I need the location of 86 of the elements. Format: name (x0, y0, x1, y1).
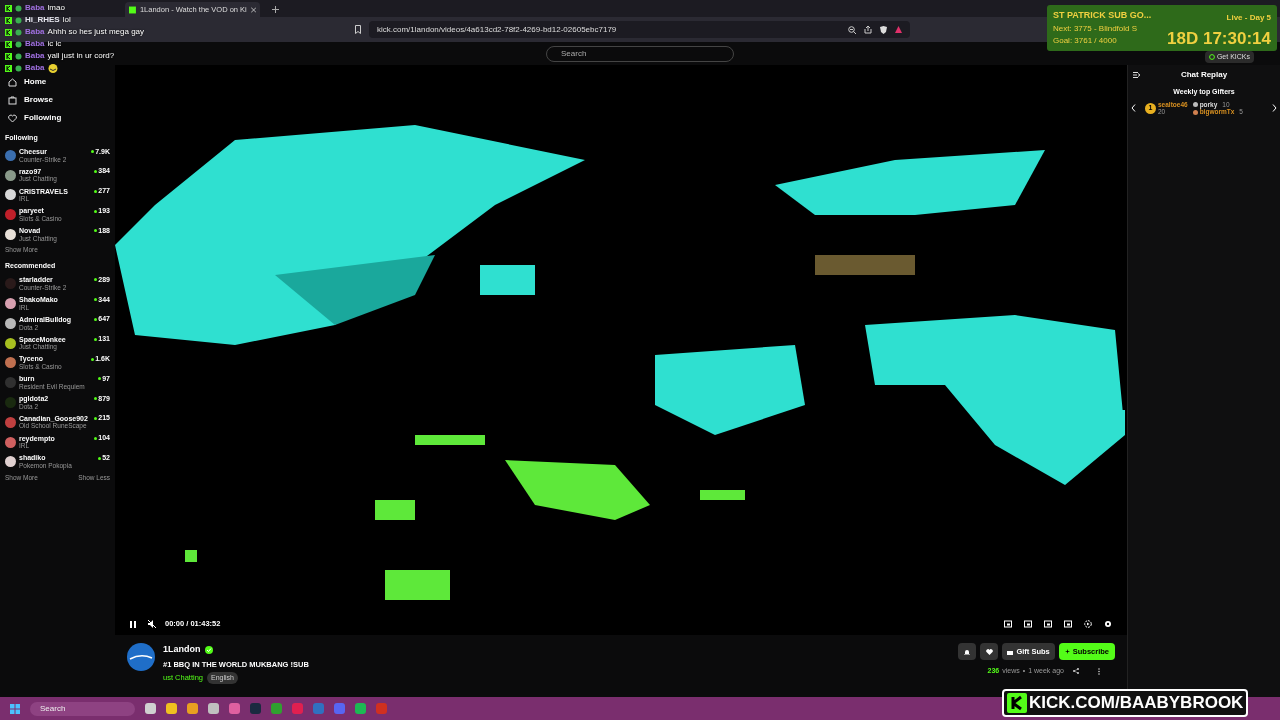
app-icon[interactable] (355, 703, 366, 714)
plus-icon[interactable] (272, 6, 279, 13)
sparkle-icon (1064, 649, 1070, 654)
chat-username: Baba (25, 62, 45, 74)
heart-icon (985, 648, 993, 655)
chat-username: Baba (25, 26, 45, 38)
triangle-icon[interactable] (895, 26, 902, 33)
chevron-right-icon[interactable] (1272, 104, 1277, 113)
live-day: Live - Day 5 (1226, 12, 1271, 24)
heart-icon (8, 113, 17, 123)
live-dot-icon (91, 150, 95, 154)
live-dot-icon (94, 436, 98, 440)
channel-name[interactable]: 1Landon (163, 643, 201, 657)
live-dot-icon (94, 337, 98, 341)
chat-username: Baba (25, 2, 45, 14)
bookmark-icon[interactable] (355, 25, 361, 34)
chat-message: ic ic (47, 38, 62, 50)
kick-logo-icon (129, 5, 136, 14)
kick-badge-icon (5, 4, 12, 12)
search-field[interactable]: Search (546, 45, 734, 62)
theatre-icon[interactable] (1024, 620, 1032, 628)
live-dot-icon (94, 189, 98, 193)
coin-icon (1208, 54, 1215, 60)
kick-badge-icon (5, 16, 12, 24)
live-dot-icon (94, 170, 98, 174)
mini-player-icon[interactable] (1004, 620, 1012, 628)
live-dot-icon (91, 357, 95, 361)
play-circle-icon[interactable] (1084, 620, 1092, 628)
live-dot-icon (94, 397, 98, 401)
app-icon[interactable] (208, 703, 219, 714)
share-icon[interactable] (864, 25, 872, 34)
live-dot-icon (94, 417, 98, 421)
goal-next: Next: 3775 - Blindfold S (1053, 22, 1139, 35)
gift-icon (1007, 648, 1014, 655)
live-dot-icon (98, 456, 102, 460)
close-icon[interactable] (250, 6, 256, 13)
chat-message: Ahhh so hes just mega gay (47, 26, 145, 38)
address-bar[interactable]: kick.com/1landon/videos/4a613cd2-78f2-4269-bd12-02605ebc7179 (369, 21, 910, 38)
verified-icon (204, 645, 213, 654)
windows-icon[interactable] (10, 703, 20, 714)
nav-link[interactable]: Home (5, 73, 110, 91)
chat-message: lol (62, 14, 71, 26)
channel-avatar[interactable] (127, 643, 155, 671)
kick-logo-icon (1007, 693, 1027, 713)
url-text: kick.com/1landon/videos/4a613cd2-78f2-4269-bd12-02605ebc7179 (377, 23, 618, 36)
nav-link[interactable]: Following (5, 109, 110, 127)
app-icon[interactable] (166, 703, 177, 714)
live-dot-icon (94, 229, 98, 233)
live-dot-icon (98, 377, 102, 381)
bell-icon (964, 648, 971, 655)
fullscreen-icon[interactable] (1064, 620, 1072, 628)
chat-username: Baba (25, 38, 45, 50)
follow-button[interactable] (980, 643, 999, 660)
chat-message: yall just in ur cord? (47, 50, 115, 62)
app-icon[interactable] (187, 703, 198, 714)
browse-icon (8, 95, 17, 105)
pause-icon[interactable] (130, 620, 136, 628)
kick-badge-icon (5, 28, 12, 36)
taskbar-search[interactable]: Search (30, 701, 135, 716)
muted-speaker-icon[interactable] (148, 620, 156, 628)
emoji-icon (47, 63, 58, 73)
nav-link[interactable]: Browse (5, 91, 110, 109)
chat-username: Baba (25, 50, 45, 62)
share-icon[interactable] (1073, 668, 1079, 675)
home-icon (8, 77, 17, 87)
goal-title: ST PATRICK SUB GO... (1053, 9, 1152, 22)
chat-username: Hi_RHES (25, 14, 60, 26)
chat-replay-title: Chat Replay (1180, 69, 1228, 81)
countdown-timer: 18D 17:30:14 (1167, 30, 1271, 47)
shield-icon[interactable] (880, 25, 887, 34)
settings-icon[interactable] (1104, 620, 1112, 628)
goal-count: Goal: 3761 / 4000 (1053, 35, 1118, 47)
kick-badge-icon (5, 52, 12, 60)
live-dot-icon (94, 318, 98, 322)
notification-button[interactable] (958, 643, 977, 660)
live-dot-icon (94, 209, 98, 213)
live-dot-icon (94, 298, 98, 302)
app-icon[interactable] (145, 703, 156, 714)
app-icon[interactable] (271, 703, 282, 714)
chat-message: lmao (47, 2, 65, 14)
live-dot-icon (94, 278, 98, 282)
banner-text: KICK.COM/BAABYBROOK (1029, 692, 1244, 715)
chevron-left-icon[interactable] (1131, 104, 1136, 113)
rectangle-icon[interactable] (1044, 620, 1052, 628)
zoom-out-icon[interactable] (848, 25, 856, 34)
collapse-icon[interactable] (1133, 72, 1140, 78)
